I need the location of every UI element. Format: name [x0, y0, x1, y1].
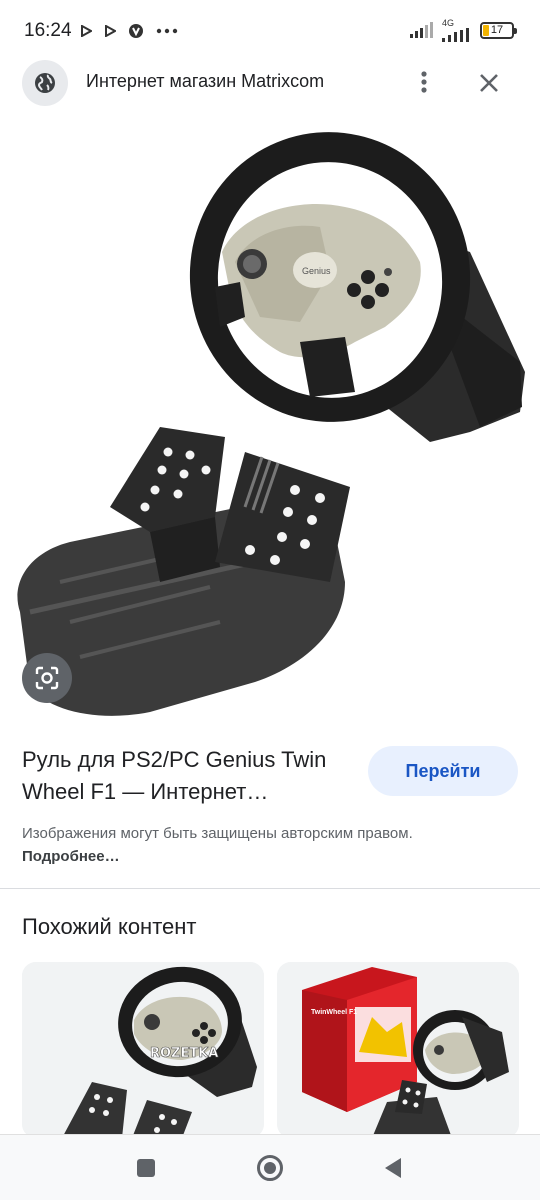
- svg-text:Genius: Genius: [302, 266, 331, 276]
- play-notification-icon: [81, 25, 92, 37]
- status-notification-icons: [80, 20, 178, 42]
- result-title[interactable]: Руль для PS2/PC Genius Twin Wheel F1 — И…: [22, 744, 362, 808]
- more-options-button[interactable]: [408, 66, 440, 98]
- network-type-label: 4G: [442, 17, 455, 28]
- google-lens-button[interactable]: [22, 653, 72, 703]
- signal-4g-group: 4G: [442, 17, 472, 42]
- related-image: TwinWheel F1: [277, 962, 519, 1138]
- copyright-notice: Изображения могут быть защищены авторски…: [22, 822, 422, 868]
- back-triangle-icon: [385, 1158, 401, 1178]
- more-vert-icon: [421, 71, 427, 93]
- related-heading: Похожий контент: [22, 914, 197, 939]
- box-label: TwinWheel F1: [311, 1009, 357, 1016]
- watermark-text: ROZETKA: [150, 1046, 218, 1061]
- divider: [0, 888, 540, 889]
- home-circle-icon: [257, 1155, 283, 1181]
- product-image[interactable]: Genius: [0, 112, 540, 722]
- recent-apps-button[interactable]: [131, 1153, 161, 1183]
- status-bar: 16:24 4G 17: [0, 0, 540, 60]
- square-icon: [137, 1159, 155, 1177]
- source-title[interactable]: Интернет магазин Matrixcom: [86, 71, 324, 92]
- close-icon: [480, 74, 498, 92]
- globe-icon: [35, 73, 55, 93]
- related-image: ROZETKA: [22, 962, 264, 1138]
- system-nav-bar: [0, 1134, 540, 1200]
- home-button[interactable]: [255, 1153, 285, 1183]
- more-notifications-icon: [156, 28, 178, 34]
- back-button[interactable]: [378, 1153, 408, 1183]
- signal-4g-icon: [442, 27, 469, 42]
- status-system-icons: 4G 17: [410, 17, 517, 42]
- related-card[interactable]: ROZETKA: [22, 962, 264, 1138]
- status-time: 16:24: [24, 20, 72, 41]
- play-notification-icon: [105, 25, 116, 37]
- source-header: Интернет магазин Matrixcom: [0, 56, 540, 108]
- site-favicon[interactable]: [22, 60, 68, 106]
- steering-wheel-image: Genius: [17, 132, 525, 716]
- signal-icon: [410, 22, 433, 38]
- visit-button[interactable]: Перейти: [368, 746, 518, 796]
- close-button[interactable]: [472, 66, 506, 100]
- battery-icon: 17: [480, 21, 517, 39]
- copyright-text: Изображения могут быть защищены авторски…: [22, 825, 413, 842]
- learn-more-link[interactable]: Подробнее…: [22, 848, 120, 865]
- app-notification-icon: [129, 24, 143, 38]
- related-card[interactable]: TwinWheel F1: [277, 962, 519, 1138]
- battery-level: 17: [490, 24, 504, 36]
- lens-icon: [35, 666, 59, 690]
